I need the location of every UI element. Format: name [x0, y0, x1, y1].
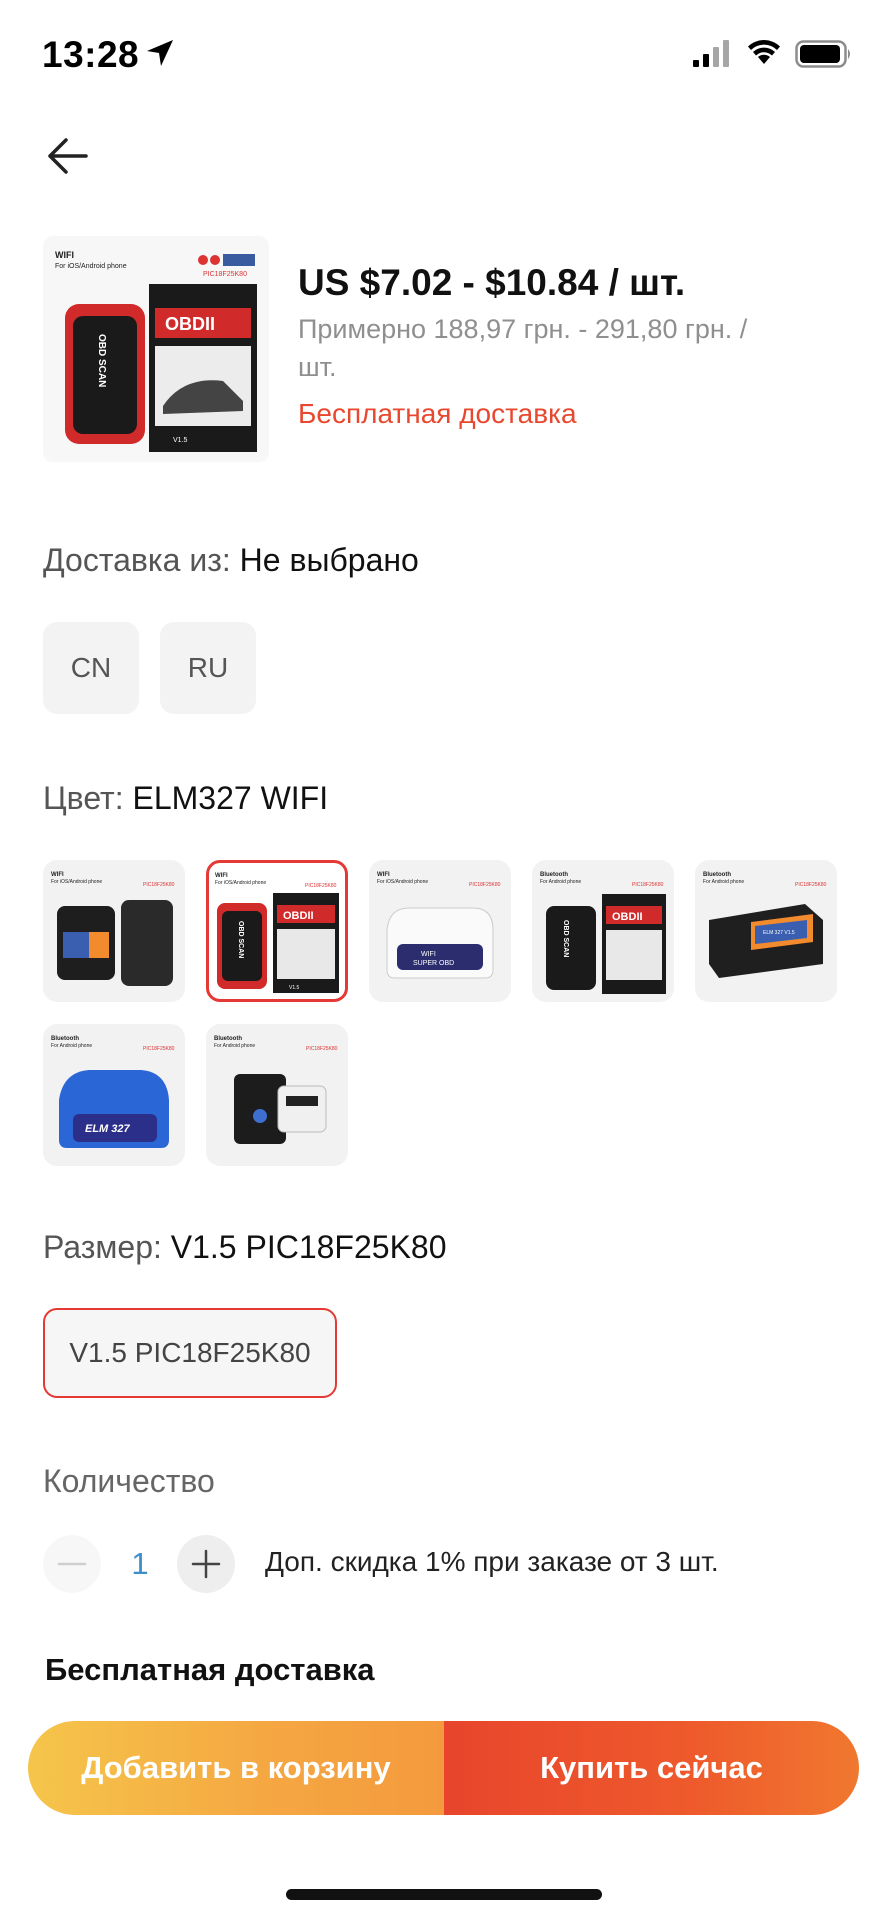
svg-text:PIC18F25K80: PIC18F25K80 — [143, 882, 175, 888]
svg-text:WIFI: WIFI — [421, 951, 436, 958]
svg-text:For Android phone: For Android phone — [214, 1043, 255, 1049]
svg-text:For iOS/Android phone: For iOS/Android phone — [215, 880, 266, 886]
svg-text:For Android phone: For Android phone — [703, 879, 744, 885]
color-swatch-4[interactable]: Bluetooth For Android phone PIC18F25K80 … — [532, 860, 674, 1002]
home-indicator[interactable] — [286, 1889, 602, 1900]
ship-from-option-cn[interactable]: CN — [43, 622, 139, 714]
ship-from-value: Не выбрано — [239, 542, 419, 578]
status-bar: 13:28 — [0, 0, 887, 110]
size-label: Размер: V1.5 PIC18F25K80 — [43, 1229, 447, 1266]
svg-text:WIFI: WIFI — [215, 873, 228, 879]
svg-text:ELM 327: ELM 327 — [85, 1123, 131, 1135]
svg-text:For Android phone: For Android phone — [51, 1043, 92, 1049]
thumb-platform: For iOS/Android phone — [55, 263, 127, 270]
svg-text:For iOS/Android phone: For iOS/Android phone — [51, 879, 102, 885]
svg-text:OBD SCAN: OBD SCAN — [237, 921, 244, 958]
color-swatch-5[interactable]: Bluetooth For Android phone PIC18F25K80 … — [695, 860, 837, 1002]
svg-text:PIC18F25K80: PIC18F25K80 — [306, 1046, 338, 1052]
svg-text:Bluetooth: Bluetooth — [703, 872, 731, 878]
thumb-device: OBD SCAN — [96, 334, 107, 387]
size-option-selected[interactable]: V1.5 PIC18F25K80 — [43, 1308, 337, 1398]
color-swatch-6[interactable]: Bluetooth For Android phone PIC18F25K80 … — [43, 1024, 185, 1166]
action-bar: Добавить в корзину Купить сейчас — [28, 1721, 859, 1815]
svg-text:WIFI: WIFI — [51, 872, 64, 878]
price-range: US $7.02 - $10.84 / шт. — [298, 262, 686, 303]
wifi-icon — [748, 40, 780, 64]
svg-text:PIC18F25K80: PIC18F25K80 — [632, 882, 664, 888]
svg-text:V1.5: V1.5 — [289, 985, 300, 991]
color-swatch-3[interactable]: WIFI For iOS/Android phone PIC18F25K80 W… — [369, 860, 511, 1002]
quantity-label: Количество — [43, 1463, 215, 1499]
location-arrow-icon — [147, 40, 173, 66]
svg-text:OBDII: OBDII — [283, 910, 314, 922]
svg-text:OBDII: OBDII — [612, 911, 643, 923]
ship-from-option-ru[interactable]: RU — [160, 622, 256, 714]
color-label: Цвет: ELM327 WIFI — [43, 780, 328, 817]
quantity-minus-button[interactable] — [43, 1535, 101, 1593]
plus-icon — [191, 1549, 221, 1579]
cellular-signal-icon — [693, 40, 729, 67]
color-title: Цвет: — [43, 780, 124, 816]
size-title: Размер: — [43, 1229, 162, 1265]
svg-text:WIFI: WIFI — [377, 872, 390, 878]
svg-text:PIC18F25K80: PIC18F25K80 — [795, 882, 827, 888]
color-swatch-1[interactable]: WIFI For iOS/Android phone PIC18F25K80 — [43, 860, 185, 1002]
ship-from-label: Доставка из: Не выбрано — [43, 542, 419, 579]
price-approx: Примерно 188,97 грн. - 291,80 грн. / шт. — [298, 314, 748, 382]
back-arrow-icon — [48, 138, 88, 174]
free-shipping-label: Бесплатная доставка — [298, 398, 577, 429]
color-swatch-2-selected[interactable]: WIFI For iOS/Android phone PIC18F25K80 O… — [206, 860, 348, 1002]
quantity-discount-note: Доп. скидка 1% при заказе от 3 шт. — [265, 1546, 719, 1577]
minus-icon — [57, 1562, 87, 1566]
add-to-cart-button[interactable]: Добавить в корзину — [28, 1721, 444, 1815]
svg-text:ELM 327 V1.5: ELM 327 V1.5 — [763, 930, 795, 936]
svg-text:PIC18F25K80: PIC18F25K80 — [469, 882, 501, 888]
status-time: 13:28 — [42, 34, 140, 75]
svg-text:OBD SCAN: OBD SCAN — [562, 920, 569, 957]
buy-now-button[interactable]: Купить сейчас — [444, 1721, 859, 1815]
ship-from-title: Доставка из: — [43, 542, 231, 578]
color-value: ELM327 WIFI — [132, 780, 329, 816]
svg-text:For iOS/Android phone: For iOS/Android phone — [377, 879, 428, 885]
size-value: V1.5 PIC18F25K80 — [170, 1229, 447, 1265]
back-button[interactable] — [40, 128, 96, 184]
thumb-model: PIC18F25K80 — [203, 271, 247, 278]
svg-text:For Android phone: For Android phone — [540, 879, 581, 885]
battery-icon — [795, 40, 850, 68]
quantity-value[interactable]: 1 — [128, 1546, 152, 1582]
svg-text:Bluetooth: Bluetooth — [51, 1036, 79, 1042]
thumb-version: V1.5 — [173, 437, 188, 444]
thumb-wifi: WIFI — [55, 250, 74, 260]
color-swatch-7[interactable]: Bluetooth For Android phone PIC18F25K80 — [206, 1024, 348, 1166]
svg-text:Bluetooth: Bluetooth — [540, 872, 568, 878]
quantity-plus-button[interactable] — [177, 1535, 235, 1593]
svg-text:SUPER OBD: SUPER OBD — [413, 960, 454, 967]
product-image: WIFI For iOS/Android phone PIC18F25K80 O… — [43, 236, 269, 462]
svg-text:PIC18F25K80: PIC18F25K80 — [305, 883, 337, 889]
shipping-footer: Бесплатная доставка — [45, 1652, 375, 1687]
thumb-brand: OBDII — [165, 314, 215, 334]
svg-text:PIC18F25K80: PIC18F25K80 — [143, 1046, 175, 1052]
svg-text:Bluetooth: Bluetooth — [214, 1036, 242, 1042]
